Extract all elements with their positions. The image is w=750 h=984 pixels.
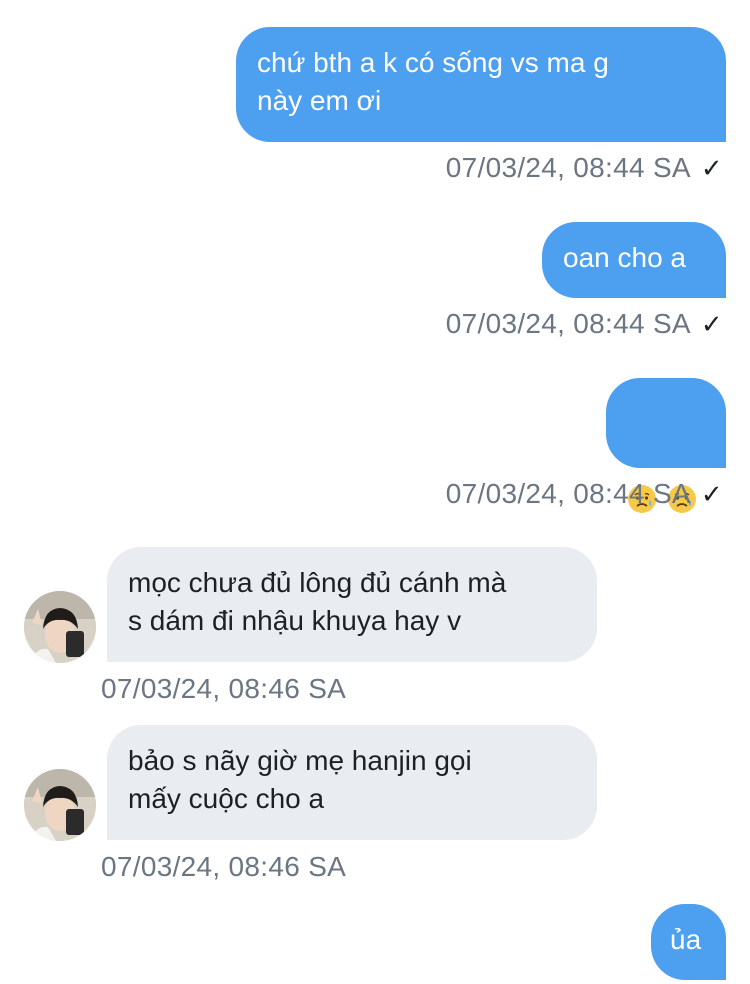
avatar[interactable] (24, 769, 96, 841)
message-bubble-incoming[interactable]: mọc chưa đủ lông đủ cánh mà s dám đi nhậ… (107, 547, 597, 662)
timestamp-text: 07/03/24, 08:44 SA (445, 152, 691, 183)
sad-relieved-face-icon (627, 446, 657, 513)
message-bubble-outgoing[interactable]: oan cho a (542, 222, 726, 298)
message-timestamp: 07/03/24, 08:46 SA (101, 673, 346, 705)
check-icon: ✓ (700, 153, 723, 183)
chat-screen: { "messages": [ { "direction": "outgoing… (0, 0, 750, 984)
message-timestamp: 07/03/24, 08:44 SA ✓ (446, 478, 723, 510)
message-timestamp: 07/03/24, 08:44 SA ✓ (446, 308, 723, 340)
message-timestamp: 07/03/24, 08:44 SA ✓ (446, 152, 723, 184)
avatar[interactable] (24, 591, 96, 663)
message-bubble-outgoing[interactable]: chứ bth a k có sống vs ma g này em ơi (236, 27, 726, 142)
check-icon: ✓ (700, 309, 723, 339)
sad-relieved-face-icon (667, 446, 697, 513)
timestamp-text: 07/03/24, 08:46 SA (101, 851, 347, 882)
message-timestamp: 07/03/24, 08:46 SA (101, 851, 346, 883)
message-bubble-outgoing[interactable]: ủa (651, 904, 726, 980)
timestamp-text: 07/03/24, 08:44 SA (445, 308, 691, 339)
timestamp-text: 07/03/24, 08:44 SA (445, 478, 691, 509)
message-bubble-outgoing[interactable] (606, 378, 726, 513)
message-bubble-incoming[interactable]: bảo s nãy giờ mẹ hanjin gọi mấy cuộc cho… (107, 725, 597, 840)
timestamp-text: 07/03/24, 08:46 SA (101, 673, 347, 704)
check-icon: ✓ (700, 479, 723, 509)
